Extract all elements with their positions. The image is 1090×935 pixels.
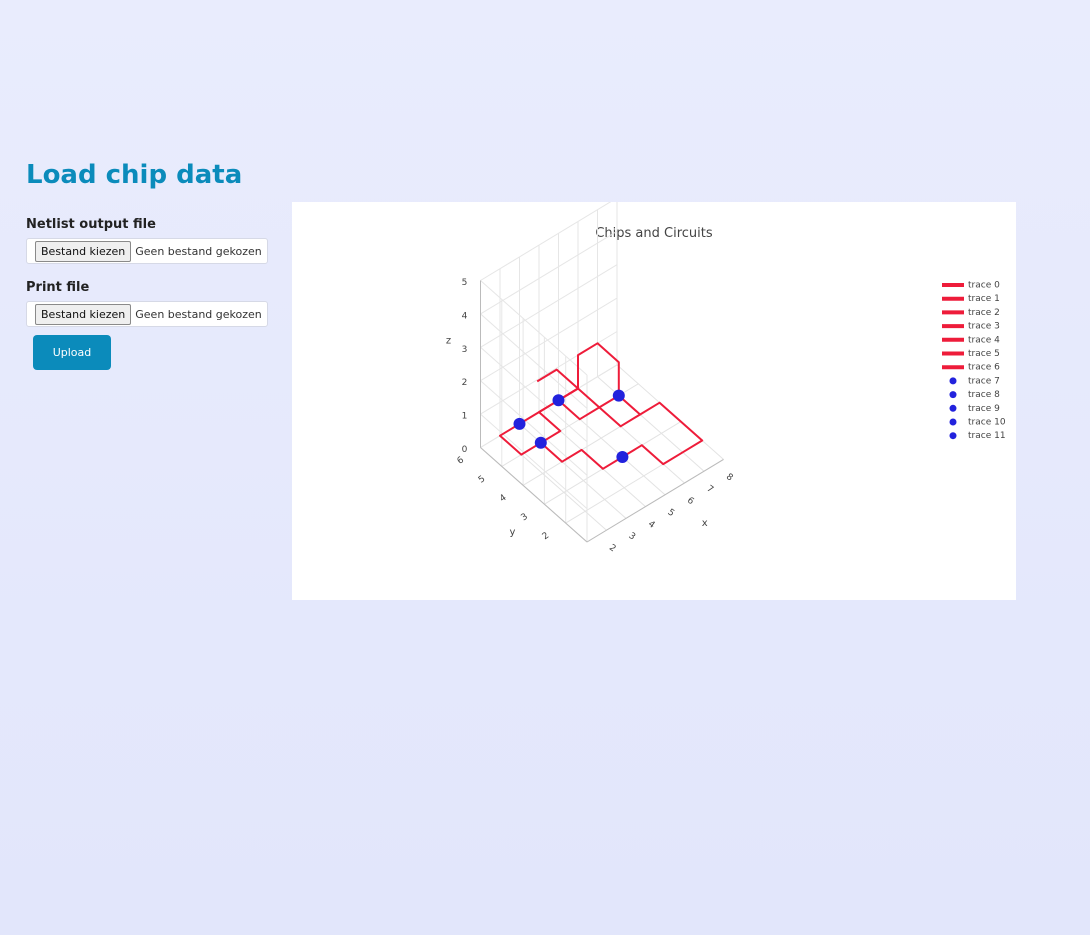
wall-gridline — [480, 230, 618, 315]
print-label: Print file — [26, 280, 90, 295]
legend-marker-swatch — [949, 404, 957, 412]
legend-label: trace 5 — [968, 349, 1000, 359]
x-tick-label: 7 — [704, 484, 714, 495]
netlist-choose-button[interactable]: Bestand kiezen — [35, 240, 132, 262]
x-tick-label: 8 — [724, 472, 735, 484]
legend[interactable]: trace 0 trace 1 trace 2 trace 3 trace 4 trace… — [942, 281, 1006, 442]
floor-gridline — [519, 423, 627, 519]
x-tick-label: 5 — [665, 507, 675, 518]
legend-label: trace 2 — [968, 308, 1000, 318]
z-axis-title: z — [446, 336, 451, 347]
chart-svg[interactable]: Chips and Circuits 234567823456012345xyz… — [292, 202, 1016, 600]
netlist-file-status: Geen bestand gekozen — [135, 244, 262, 258]
netlist-file-input[interactable]: Bestand kiezen Geen bestand gekozen — [26, 238, 268, 264]
floor-gridline — [597, 376, 705, 472]
netlist-label: Netlist output file — [26, 217, 156, 232]
y-tick-label: 2 — [541, 531, 551, 542]
z-tick-label: 2 — [462, 378, 468, 388]
chart-panel[interactable]: Chips and Circuits 234567823456012345xyz… — [292, 202, 1016, 600]
y-tick-label: 3 — [519, 512, 529, 523]
upload-button[interactable]: Upload — [33, 335, 111, 370]
legend-item[interactable]: trace 3 — [942, 322, 1000, 332]
legend-item[interactable]: trace 0 — [942, 281, 1000, 291]
page-title: Load chip data — [26, 160, 243, 190]
legend-item[interactable]: trace 1 — [942, 294, 1000, 304]
print-choose-button[interactable]: Bestand kiezen — [35, 303, 132, 325]
grid-layer — [480, 202, 724, 543]
legend-marker-swatch — [949, 377, 957, 385]
x-axis-line — [586, 458, 724, 543]
y-tick-label: 5 — [477, 474, 487, 485]
legend-label: trace 3 — [968, 322, 1000, 332]
trace-marker-8[interactable] — [616, 451, 629, 463]
z-tick-label: 1 — [462, 412, 468, 422]
z-tick-label: 0 — [462, 445, 468, 455]
z-tick-label: 4 — [462, 311, 468, 321]
legend-marker-swatch — [949, 418, 957, 426]
trace-marker-9[interactable] — [552, 394, 565, 407]
x-tick-label: 3 — [626, 531, 636, 542]
z-tick-label: 5 — [462, 278, 468, 288]
legend-item[interactable]: trace 10 — [949, 418, 1006, 428]
legend-label: trace 9 — [968, 404, 1000, 414]
wall-gridline — [480, 264, 618, 348]
trace-marker-11[interactable] — [612, 389, 625, 402]
legend-item[interactable]: trace 4 — [942, 335, 1000, 345]
legend-label: trace 7 — [968, 376, 1000, 386]
legend-marker-swatch — [949, 391, 957, 399]
legend-label: trace 4 — [968, 335, 1000, 345]
legend-item[interactable]: trace 7 — [949, 376, 1000, 386]
wall-gridline — [480, 202, 612, 281]
legend-marker-swatch — [949, 432, 957, 440]
print-file-status: Geen bestand gekozen — [135, 307, 262, 321]
y-axis-title: y — [509, 527, 515, 538]
z-tick-label: 3 — [462, 345, 468, 355]
legend-label: trace 0 — [968, 281, 1000, 291]
x-tick-label: 4 — [646, 519, 657, 531]
trace-marker-7[interactable] — [534, 436, 547, 449]
legend-label: trace 8 — [968, 390, 1000, 400]
x-tick-label: 6 — [685, 496, 696, 508]
legend-label: trace 11 — [968, 431, 1006, 441]
legend-item[interactable]: trace 8 — [949, 390, 1001, 400]
y-tick-label: 4 — [498, 493, 509, 505]
legend-label: trace 10 — [968, 418, 1006, 428]
legend-item[interactable]: trace 2 — [942, 308, 1000, 318]
x-axis-title: x — [702, 518, 708, 529]
x-tick-label: 2 — [607, 543, 617, 554]
legend-item[interactable]: trace 5 — [942, 349, 1000, 359]
trace-marker-10[interactable] — [513, 417, 526, 430]
wall-gridline — [480, 297, 618, 382]
legend-item[interactable]: trace 11 — [949, 431, 1006, 441]
legend-item[interactable]: trace 9 — [949, 404, 1001, 414]
trace-layer — [499, 342, 704, 470]
y-tick-label: 6 — [456, 455, 467, 467]
legend-label: trace 1 — [968, 294, 1000, 304]
print-file-input[interactable]: Bestand kiezen Geen bestand gekozen — [26, 301, 268, 327]
legend-label: trace 6 — [968, 363, 1000, 373]
axis-layer: 234567823456012345xyz — [446, 278, 735, 554]
legend-item[interactable]: trace 6 — [942, 363, 1000, 373]
